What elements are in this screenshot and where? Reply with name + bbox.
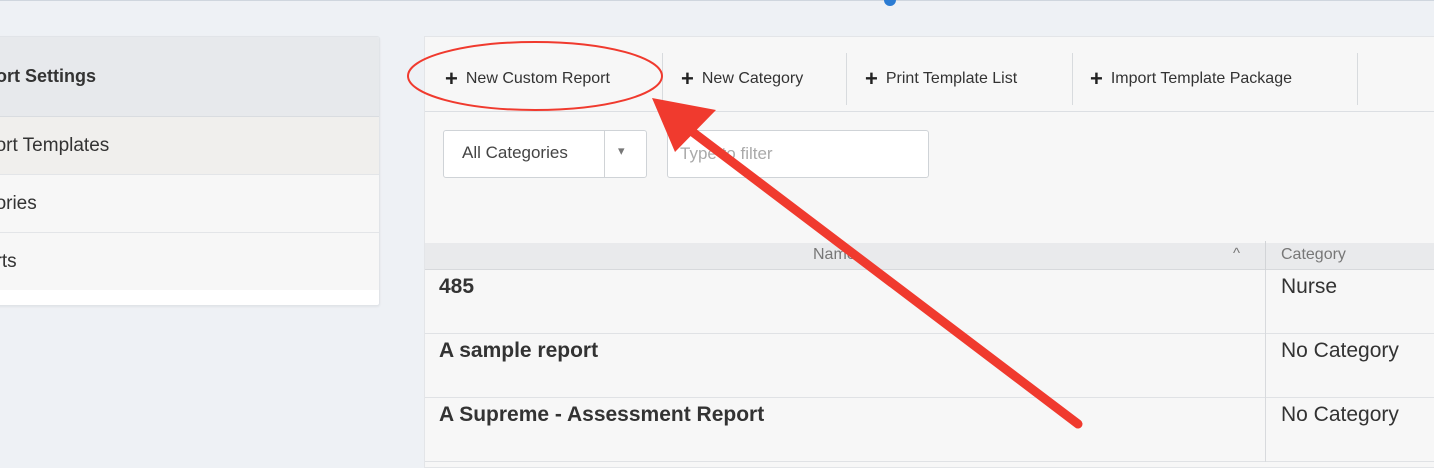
sort-ascending-icon[interactable]: ^ xyxy=(1233,245,1240,262)
table-row[interactable]: 485 Nurse xyxy=(425,270,1434,334)
table-header: Name ^ Category xyxy=(425,241,1434,270)
plus-icon: + xyxy=(445,66,458,91)
status-dot xyxy=(884,0,896,6)
plus-icon: + xyxy=(1090,66,1103,91)
toolbar-separator xyxy=(846,53,847,105)
sidebar-item-reports[interactable]: orts xyxy=(0,233,379,290)
sidebar-item-label: gories xyxy=(0,192,37,214)
row-name[interactable]: A Supreme - Assessment Report xyxy=(439,403,764,427)
column-header-category[interactable]: Category xyxy=(1281,246,1346,264)
sidebar-item-label: port Templates xyxy=(0,134,110,156)
sidebar-header: port Settings xyxy=(0,37,379,117)
toolbar-separator xyxy=(662,53,663,105)
row-category: Nurse xyxy=(1281,275,1338,298)
button-label: New Custom Report xyxy=(465,70,610,87)
category-filter-select[interactable]: All Categories ▾ xyxy=(443,130,647,178)
row-category: No Category xyxy=(1281,403,1399,426)
plus-icon: + xyxy=(865,66,878,91)
plus-icon: + xyxy=(681,66,694,91)
column-header-name[interactable]: Name xyxy=(813,246,856,264)
table-row[interactable]: A sample report No Category xyxy=(425,334,1434,398)
toolbar: + New Custom Report + New Category + Pri… xyxy=(425,37,1434,112)
sidebar-header-label: port Settings xyxy=(0,66,96,86)
row-name[interactable]: 485 xyxy=(439,275,474,299)
chevron-down-icon[interactable]: ▾ xyxy=(618,143,625,159)
button-label: Import Template Package xyxy=(1110,70,1292,87)
import-template-package-button[interactable]: + Import Template Package xyxy=(1090,53,1292,105)
new-category-button[interactable]: + New Category xyxy=(681,53,803,105)
column-separator xyxy=(1265,398,1266,462)
column-separator xyxy=(1265,334,1266,398)
new-custom-report-button[interactable]: + New Custom Report xyxy=(445,53,610,105)
column-separator xyxy=(1265,241,1266,270)
print-template-list-button[interactable]: + Print Template List xyxy=(865,53,1017,105)
table-row[interactable]: A Supreme - Assessment Report No Categor… xyxy=(425,398,1434,462)
sidebar-item-label: orts xyxy=(0,250,17,272)
toolbar-separator xyxy=(1072,53,1073,105)
column-separator xyxy=(1265,270,1266,334)
row-name[interactable]: A sample report xyxy=(439,339,598,363)
toolbar-separator xyxy=(1357,53,1358,105)
sidebar-item-categories[interactable]: gories xyxy=(0,175,379,233)
button-label: New Category xyxy=(701,70,804,87)
button-label: Print Template List xyxy=(885,70,1018,87)
category-filter-value: All Categories xyxy=(462,143,568,162)
main-panel: + New Custom Report + New Category + Pri… xyxy=(424,36,1434,468)
select-divider xyxy=(604,131,605,177)
sidebar-panel: port Settings port Templates gories orts xyxy=(0,36,380,306)
top-divider xyxy=(0,0,1434,1)
filter-search-input[interactable] xyxy=(667,130,929,178)
sidebar-item-report-templates[interactable]: port Templates xyxy=(0,117,379,175)
row-category: No Category xyxy=(1281,339,1399,362)
